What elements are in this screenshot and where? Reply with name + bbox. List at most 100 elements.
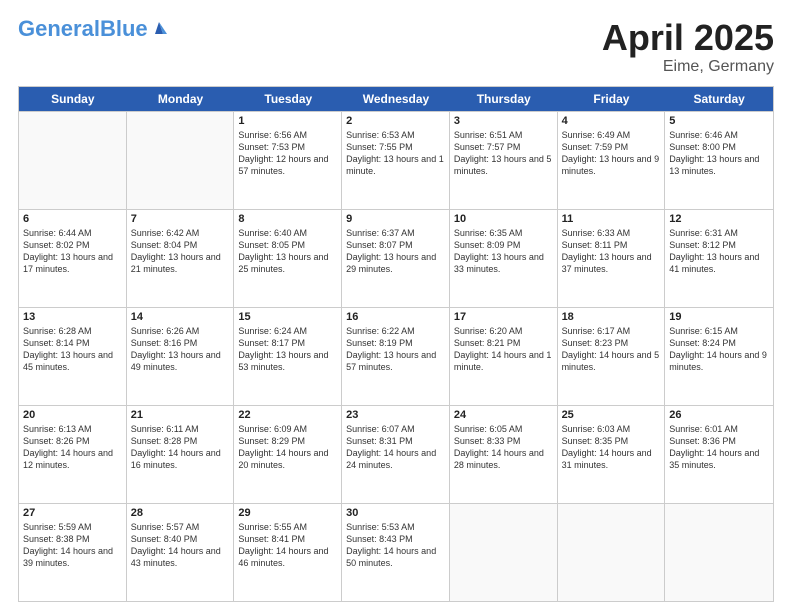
- logo: GeneralBlue: [18, 18, 168, 40]
- day-number: 18: [562, 311, 661, 323]
- day-number: 17: [454, 311, 553, 323]
- cal-cell-3-4: 24 Sunrise: 6:05 AM Sunset: 8:33 PM Dayli…: [450, 406, 558, 503]
- cal-cell-0-3: 2 Sunrise: 6:53 AM Sunset: 7:55 PM Daylig…: [342, 112, 450, 209]
- day-number: 5: [669, 115, 769, 127]
- cal-cell-2-1: 14 Sunrise: 6:26 AM Sunset: 8:16 PM Dayli…: [127, 308, 235, 405]
- title-block: April 2025 Eime, Germany: [602, 18, 774, 76]
- day-info: Sunrise: 6:42 AM Sunset: 8:04 PM Dayligh…: [131, 227, 230, 276]
- cal-cell-3-2: 22 Sunrise: 6:09 AM Sunset: 8:29 PM Dayli…: [234, 406, 342, 503]
- cal-cell-3-6: 26 Sunrise: 6:01 AM Sunset: 8:36 PM Dayli…: [665, 406, 773, 503]
- day-number: 7: [131, 213, 230, 225]
- logo-text: GeneralBlue: [18, 18, 148, 40]
- day-info: Sunrise: 6:03 AM Sunset: 8:35 PM Dayligh…: [562, 423, 661, 472]
- day-number: 27: [23, 507, 122, 519]
- cal-cell-1-5: 11 Sunrise: 6:33 AM Sunset: 8:11 PM Dayli…: [558, 210, 666, 307]
- day-number: 16: [346, 311, 445, 323]
- day-info: Sunrise: 6:20 AM Sunset: 8:21 PM Dayligh…: [454, 325, 553, 374]
- day-info: Sunrise: 6:26 AM Sunset: 8:16 PM Dayligh…: [131, 325, 230, 374]
- cal-cell-4-2: 29 Sunrise: 5:55 AM Sunset: 8:41 PM Dayli…: [234, 504, 342, 601]
- cal-cell-1-2: 8 Sunrise: 6:40 AM Sunset: 8:05 PM Daylig…: [234, 210, 342, 307]
- cal-cell-3-0: 20 Sunrise: 6:13 AM Sunset: 8:26 PM Dayli…: [19, 406, 127, 503]
- cal-cell-2-0: 13Sunrise: 6:28 AM Sunset: 8:14 PM Dayli…: [19, 308, 127, 405]
- logo-icon: [150, 18, 168, 36]
- day-number: 29: [238, 507, 337, 519]
- day-number: 10: [454, 213, 553, 225]
- cal-cell-3-1: 21 Sunrise: 6:11 AM Sunset: 8:28 PM Dayli…: [127, 406, 235, 503]
- cal-cell-1-0: 6 Sunrise: 6:44 AM Sunset: 8:02 PM Daylig…: [19, 210, 127, 307]
- day-number: 11: [562, 213, 661, 225]
- cal-cell-4-4: [450, 504, 558, 601]
- day-info: Sunrise: 6:07 AM Sunset: 8:31 PM Dayligh…: [346, 423, 445, 472]
- day-number: 28: [131, 507, 230, 519]
- day-info: Sunrise: 6:24 AM Sunset: 8:17 PM Dayligh…: [238, 325, 337, 374]
- cal-cell-2-6: 19Sunrise: 6:15 AM Sunset: 8:24 PM Dayli…: [665, 308, 773, 405]
- day-number: 14: [131, 311, 230, 323]
- day-info: Sunrise: 6:28 AM Sunset: 8:14 PM Dayligh…: [23, 325, 122, 374]
- cal-week-3: 13Sunrise: 6:28 AM Sunset: 8:14 PM Dayli…: [19, 307, 773, 405]
- day-info: Sunrise: 6:15 AM Sunset: 8:24 PM Dayligh…: [669, 325, 769, 374]
- cal-cell-2-5: 18 Sunrise: 6:17 AM Sunset: 8:23 PM Dayli…: [558, 308, 666, 405]
- cal-cell-2-3: 16 Sunrise: 6:22 AM Sunset: 8:19 PM Dayli…: [342, 308, 450, 405]
- day-info: Sunrise: 5:53 AM Sunset: 8:43 PM Dayligh…: [346, 521, 445, 570]
- cal-cell-4-0: 27 Sunrise: 5:59 AM Sunset: 8:38 PM Dayli…: [19, 504, 127, 601]
- weekday-tuesday: Tuesday: [234, 87, 342, 111]
- day-number: 6: [23, 213, 122, 225]
- day-number: 24: [454, 409, 553, 421]
- day-number: 8: [238, 213, 337, 225]
- day-number: 21: [131, 409, 230, 421]
- cal-cell-1-6: 12Sunrise: 6:31 AM Sunset: 8:12 PM Dayli…: [665, 210, 773, 307]
- cal-cell-0-0: [19, 112, 127, 209]
- title-month: April 2025: [602, 18, 774, 58]
- cal-cell-0-4: 3 Sunrise: 6:51 AM Sunset: 7:57 PM Daylig…: [450, 112, 558, 209]
- cal-week-2: 6 Sunrise: 6:44 AM Sunset: 8:02 PM Daylig…: [19, 209, 773, 307]
- cal-week-1: 1Sunrise: 6:56 AM Sunset: 7:53 PM Daylig…: [19, 111, 773, 209]
- logo-general: General: [18, 16, 100, 41]
- day-number: 12: [669, 213, 769, 225]
- day-info: Sunrise: 5:57 AM Sunset: 8:40 PM Dayligh…: [131, 521, 230, 570]
- cal-cell-1-4: 10 Sunrise: 6:35 AM Sunset: 8:09 PM Dayli…: [450, 210, 558, 307]
- day-number: 22: [238, 409, 337, 421]
- weekday-sunday: Sunday: [19, 87, 127, 111]
- day-number: 20: [23, 409, 122, 421]
- day-info: Sunrise: 6:35 AM Sunset: 8:09 PM Dayligh…: [454, 227, 553, 276]
- day-info: Sunrise: 6:22 AM Sunset: 8:19 PM Dayligh…: [346, 325, 445, 374]
- day-info: Sunrise: 6:51 AM Sunset: 7:57 PM Dayligh…: [454, 129, 553, 178]
- cal-cell-2-4: 17 Sunrise: 6:20 AM Sunset: 8:21 PM Dayli…: [450, 308, 558, 405]
- logo-blue: Blue: [100, 16, 148, 41]
- day-info: Sunrise: 6:33 AM Sunset: 8:11 PM Dayligh…: [562, 227, 661, 276]
- calendar-header: Sunday Monday Tuesday Wednesday Thursday…: [19, 87, 773, 111]
- day-number: 15: [238, 311, 337, 323]
- day-info: Sunrise: 6:53 AM Sunset: 7:55 PM Dayligh…: [346, 129, 445, 178]
- cal-cell-3-3: 23 Sunrise: 6:07 AM Sunset: 8:31 PM Dayli…: [342, 406, 450, 503]
- day-number: 4: [562, 115, 661, 127]
- weekday-wednesday: Wednesday: [342, 87, 450, 111]
- day-number: 3: [454, 115, 553, 127]
- day-info: Sunrise: 6:49 AM Sunset: 7:59 PM Dayligh…: [562, 129, 661, 178]
- day-number: 23: [346, 409, 445, 421]
- calendar-body: 1Sunrise: 6:56 AM Sunset: 7:53 PM Daylig…: [19, 111, 773, 601]
- day-number: 25: [562, 409, 661, 421]
- day-info: Sunrise: 5:55 AM Sunset: 8:41 PM Dayligh…: [238, 521, 337, 570]
- cal-cell-0-5: 4 Sunrise: 6:49 AM Sunset: 7:59 PM Daylig…: [558, 112, 666, 209]
- day-info: Sunrise: 6:37 AM Sunset: 8:07 PM Dayligh…: [346, 227, 445, 276]
- cal-week-5: 27 Sunrise: 5:59 AM Sunset: 8:38 PM Dayli…: [19, 503, 773, 601]
- cal-week-4: 20 Sunrise: 6:13 AM Sunset: 8:26 PM Dayli…: [19, 405, 773, 503]
- day-info: Sunrise: 6:09 AM Sunset: 8:29 PM Dayligh…: [238, 423, 337, 472]
- cal-cell-1-1: 7 Sunrise: 6:42 AM Sunset: 8:04 PM Daylig…: [127, 210, 235, 307]
- day-info: Sunrise: 6:17 AM Sunset: 8:23 PM Dayligh…: [562, 325, 661, 374]
- cal-cell-4-5: [558, 504, 666, 601]
- day-info: Sunrise: 5:59 AM Sunset: 8:38 PM Dayligh…: [23, 521, 122, 570]
- calendar: Sunday Monday Tuesday Wednesday Thursday…: [18, 86, 774, 602]
- day-info: Sunrise: 6:01 AM Sunset: 8:36 PM Dayligh…: [669, 423, 769, 472]
- day-info: Sunrise: 6:05 AM Sunset: 8:33 PM Dayligh…: [454, 423, 553, 472]
- cal-cell-4-1: 28 Sunrise: 5:57 AM Sunset: 8:40 PM Dayli…: [127, 504, 235, 601]
- day-info: Sunrise: 6:13 AM Sunset: 8:26 PM Dayligh…: [23, 423, 122, 472]
- day-info: Sunrise: 6:11 AM Sunset: 8:28 PM Dayligh…: [131, 423, 230, 472]
- cal-cell-4-3: 30 Sunrise: 5:53 AM Sunset: 8:43 PM Dayli…: [342, 504, 450, 601]
- day-info: Sunrise: 6:40 AM Sunset: 8:05 PM Dayligh…: [238, 227, 337, 276]
- day-number: 26: [669, 409, 769, 421]
- day-info: Sunrise: 6:44 AM Sunset: 8:02 PM Dayligh…: [23, 227, 122, 276]
- cal-cell-0-6: 5Sunrise: 6:46 AM Sunset: 8:00 PM Daylig…: [665, 112, 773, 209]
- day-number: 30: [346, 507, 445, 519]
- day-number: 2: [346, 115, 445, 127]
